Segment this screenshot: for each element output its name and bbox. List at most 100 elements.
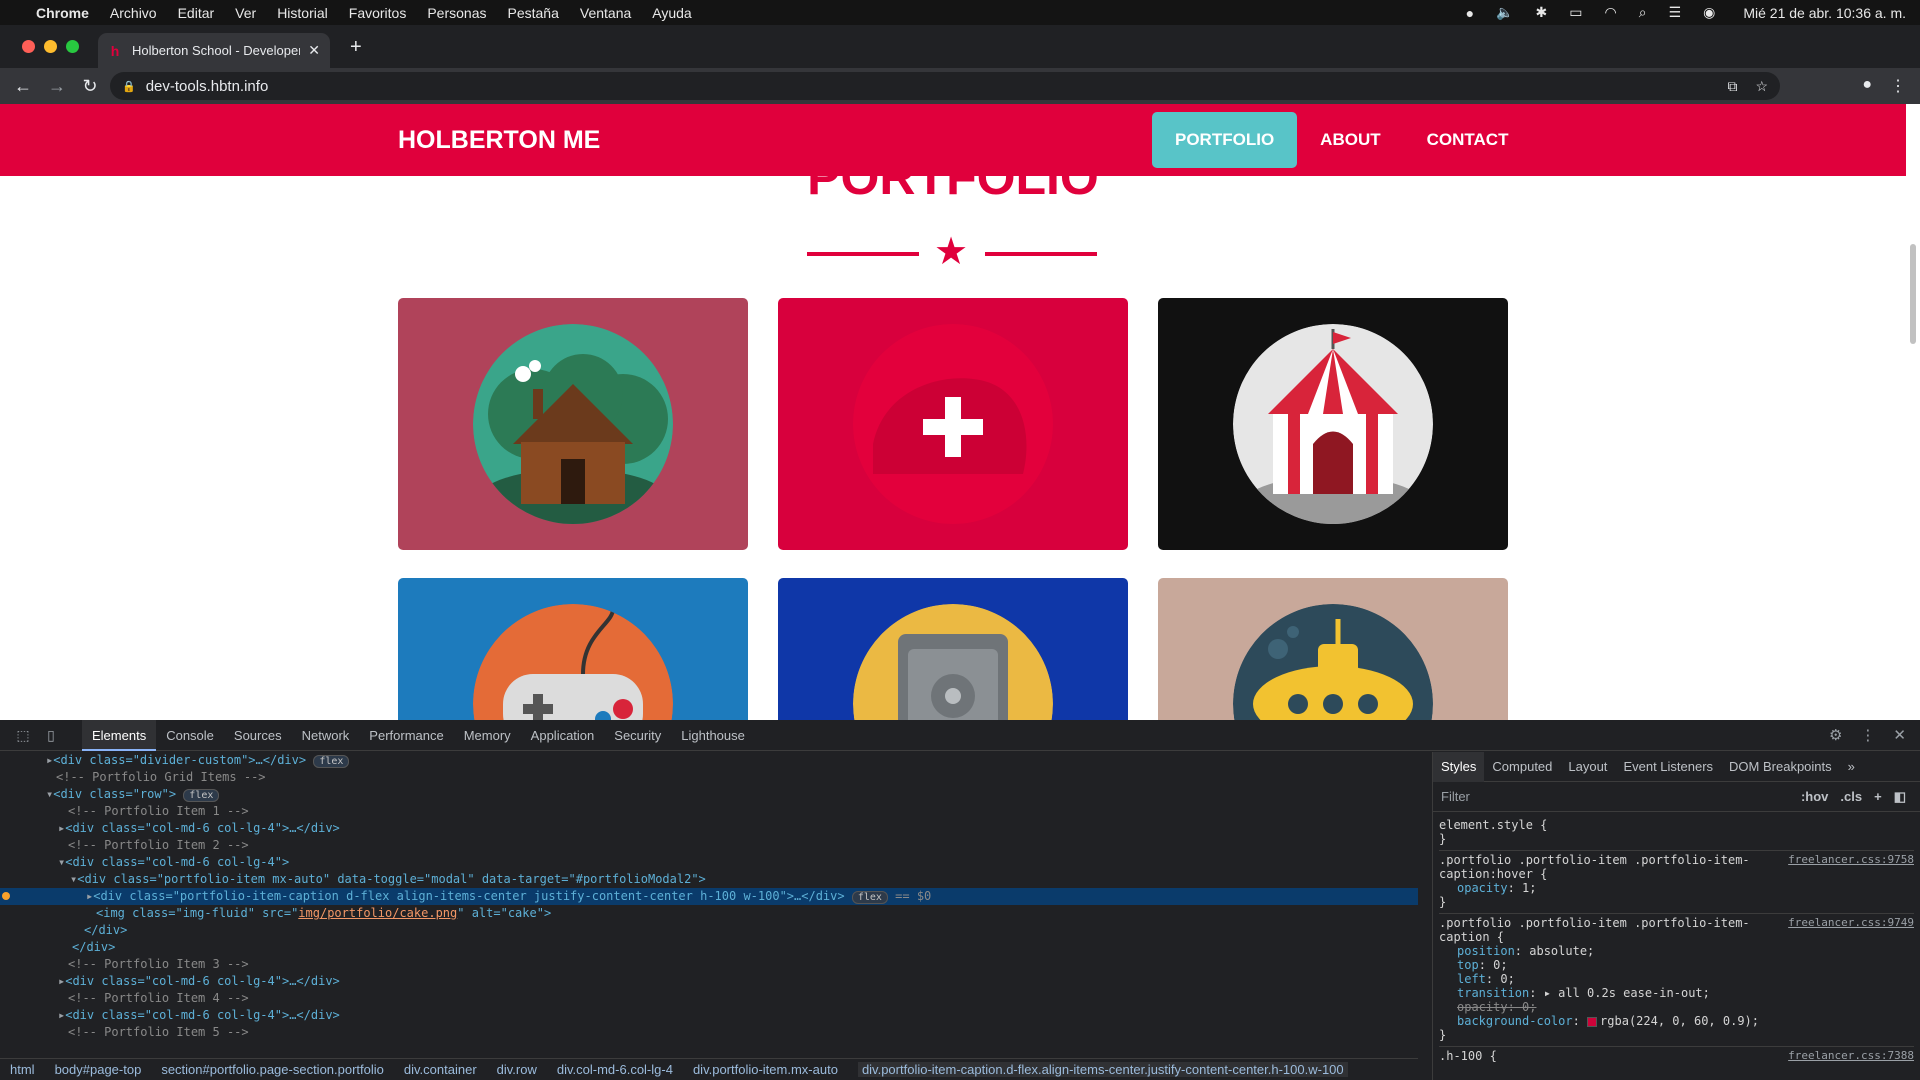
breadcrumb-item[interactable]: div.container xyxy=(404,1062,477,1077)
menu-editar[interactable]: Editar xyxy=(178,5,215,21)
battery-icon[interactable]: ▭ xyxy=(1569,4,1582,21)
tab-performance[interactable]: Performance xyxy=(359,720,453,751)
flex-badge[interactable]: flex xyxy=(313,755,350,768)
breadcrumb-item[interactable]: div.row xyxy=(497,1062,537,1077)
style-rule[interactable]: freelancer.css:7388 .h-100 { xyxy=(1439,1047,1914,1067)
maximize-window-button[interactable] xyxy=(66,40,79,53)
tab-layout[interactable]: Layout xyxy=(1560,752,1615,782)
flex-badge[interactable]: flex xyxy=(183,789,220,802)
menubar-clock[interactable]: Mié 21 de abr. 10:36 a. m. xyxy=(1743,5,1906,21)
dom-node-selected[interactable]: ▸<div class="portfolio-item-caption d-fl… xyxy=(0,888,1418,905)
volume-icon[interactable]: 🔈 xyxy=(1496,4,1513,21)
tab-console[interactable]: Console xyxy=(156,720,224,751)
css-property[interactable]: opacity: 1; xyxy=(1439,881,1914,895)
cls-toggle[interactable]: .cls xyxy=(1840,789,1862,805)
tab-network[interactable]: Network xyxy=(292,720,360,751)
nav-about[interactable]: ABOUT xyxy=(1297,112,1403,168)
hov-toggle[interactable]: :hov xyxy=(1801,789,1828,805)
tab-security[interactable]: Security xyxy=(604,720,671,751)
filter-input[interactable]: Filter xyxy=(1441,789,1470,804)
color-swatch-icon[interactable] xyxy=(1587,1016,1598,1027)
rule-source-link[interactable]: freelancer.css:9758 xyxy=(1788,853,1914,866)
tab-styles[interactable]: Styles xyxy=(1433,751,1485,782)
address-bar[interactable]: 🔒 dev-tools.hbtn.info ⧉ ☆ xyxy=(110,72,1780,100)
nav-contact[interactable]: CONTACT xyxy=(1404,112,1532,168)
bluetooth-icon[interactable]: ✱ xyxy=(1536,4,1548,21)
bookmark-star-icon[interactable]: ☆ xyxy=(1755,78,1768,95)
breadcrumb-item[interactable]: body#page-top xyxy=(55,1062,142,1077)
menu-personas[interactable]: Personas xyxy=(427,5,486,21)
flex-badge[interactable]: flex xyxy=(851,891,888,904)
back-icon[interactable]: ← xyxy=(14,76,32,97)
portfolio-item-game[interactable] xyxy=(398,578,748,720)
style-rule[interactable]: element.style { } xyxy=(1439,816,1914,851)
minimize-window-button[interactable] xyxy=(44,40,57,53)
style-rule[interactable]: freelancer.css:9749 .portfolio .portfoli… xyxy=(1439,914,1914,1047)
portfolio-item-safe[interactable] xyxy=(778,578,1128,720)
reload-icon[interactable]: ↻ xyxy=(82,76,98,97)
page-scrollbar[interactable] xyxy=(1906,104,1920,720)
tab-computed[interactable]: Computed xyxy=(1484,752,1560,782)
forward-icon[interactable]: → xyxy=(48,76,66,97)
dom-node[interactable]: </div> xyxy=(0,922,1418,939)
menu-pestana[interactable]: Pestaña xyxy=(508,5,559,21)
new-tab-icon[interactable]: + xyxy=(350,36,362,59)
address-url[interactable]: dev-tools.hbtn.info xyxy=(146,78,269,95)
menu-archivo[interactable]: Archivo xyxy=(110,5,157,21)
browser-tab[interactable]: h Holberton School - Developer t ✕ xyxy=(98,33,330,68)
record-icon[interactable]: ● xyxy=(1466,5,1474,21)
more-tabs-icon[interactable]: » xyxy=(1840,752,1863,782)
dom-node[interactable]: ▾<div class="portfolio-item mx-auto" dat… xyxy=(0,871,1418,888)
dom-node[interactable]: </div> xyxy=(0,939,1418,956)
site-brand[interactable]: HOLBERTON ME xyxy=(398,126,600,155)
style-rule[interactable]: freelancer.css:9758 .portfolio .portfoli… xyxy=(1439,851,1914,914)
nav-portfolio[interactable]: PORTFOLIO xyxy=(1152,112,1298,168)
dom-node[interactable]: ▸<div class="divider-custom">…</div> fle… xyxy=(0,752,1418,769)
translate-icon[interactable]: ⧉ xyxy=(1727,78,1737,95)
lock-icon[interactable]: 🔒 xyxy=(122,80,136,93)
device-toolbar-icon[interactable]: ▯ xyxy=(40,727,62,744)
tab-lighthouse[interactable]: Lighthouse xyxy=(671,720,755,751)
settings-gear-icon[interactable]: ⚙ xyxy=(1829,726,1842,744)
dom-node[interactable]: ▾<div class="row"> flex xyxy=(0,786,1418,803)
img-src-link[interactable]: img/portfolio/cake.png xyxy=(298,906,457,920)
menu-ayuda[interactable]: Ayuda xyxy=(652,5,691,21)
siri-icon[interactable]: ◉ xyxy=(1703,4,1715,21)
browser-menu-icon[interactable]: ⋮ xyxy=(1890,76,1906,96)
dom-node[interactable]: ▾<div class="col-md-6 col-lg-4"> xyxy=(0,854,1418,871)
css-property[interactable]: left: 0; xyxy=(1439,972,1914,986)
css-property-overridden[interactable]: opacity: 0; xyxy=(1439,1000,1914,1014)
menu-app-chrome[interactable]: Chrome xyxy=(36,5,89,21)
css-property[interactable]: background-color: rgba(224, 0, 60, 0.9); xyxy=(1439,1014,1914,1028)
close-devtools-icon[interactable]: ✕ xyxy=(1893,726,1906,744)
breadcrumb-item[interactable]: section#portfolio.page-section.portfolio xyxy=(161,1062,384,1077)
portfolio-item-cabin[interactable] xyxy=(398,298,748,550)
css-property[interactable]: transition: ▸ all 0.2s ease-in-out; xyxy=(1439,986,1914,1000)
wifi-icon[interactable]: ◠ xyxy=(1605,4,1617,21)
menu-favoritos[interactable]: Favoritos xyxy=(349,5,407,21)
dom-node[interactable]: <img class="img-fluid" src="img/portfoli… xyxy=(0,905,1418,922)
tab-event-listeners[interactable]: Event Listeners xyxy=(1615,752,1721,782)
devtools-menu-icon[interactable]: ⋮ xyxy=(1860,726,1875,744)
dom-node[interactable]: ▸<div class="col-md-6 col-lg-4">…</div> xyxy=(0,973,1418,990)
portfolio-item-submarine[interactable] xyxy=(1158,578,1508,720)
breadcrumb-item[interactable]: div.portfolio-item.mx-auto xyxy=(693,1062,838,1077)
dom-node[interactable]: ▸<div class="col-md-6 col-lg-4">…</div> xyxy=(0,1007,1418,1024)
portfolio-item-circus[interactable] xyxy=(1158,298,1508,550)
tab-application[interactable]: Application xyxy=(521,720,605,751)
breadcrumb-item-current[interactable]: div.portfolio-item-caption.d-flex.align-… xyxy=(857,1062,1348,1077)
tab-memory[interactable]: Memory xyxy=(454,720,521,751)
portfolio-item-cake[interactable] xyxy=(778,298,1128,550)
tab-elements[interactable]: Elements xyxy=(82,719,157,751)
inspect-element-icon[interactable]: ⬚ xyxy=(12,727,34,744)
menu-ventana[interactable]: Ventana xyxy=(580,5,631,21)
tab-sources[interactable]: Sources xyxy=(224,720,292,751)
new-rule-icon[interactable]: + xyxy=(1874,789,1882,805)
tab-dom-breakpoints[interactable]: DOM Breakpoints xyxy=(1721,752,1840,782)
close-window-button[interactable] xyxy=(22,40,35,53)
control-center-icon[interactable]: ☰ xyxy=(1669,4,1682,21)
spotlight-search-icon[interactable]: ⌕ xyxy=(1639,4,1647,21)
css-property[interactable]: top: 0; xyxy=(1439,958,1914,972)
profile-icon[interactable]: ● xyxy=(1862,76,1872,96)
toggle-sidebar-icon[interactable]: ◧ xyxy=(1894,789,1906,805)
